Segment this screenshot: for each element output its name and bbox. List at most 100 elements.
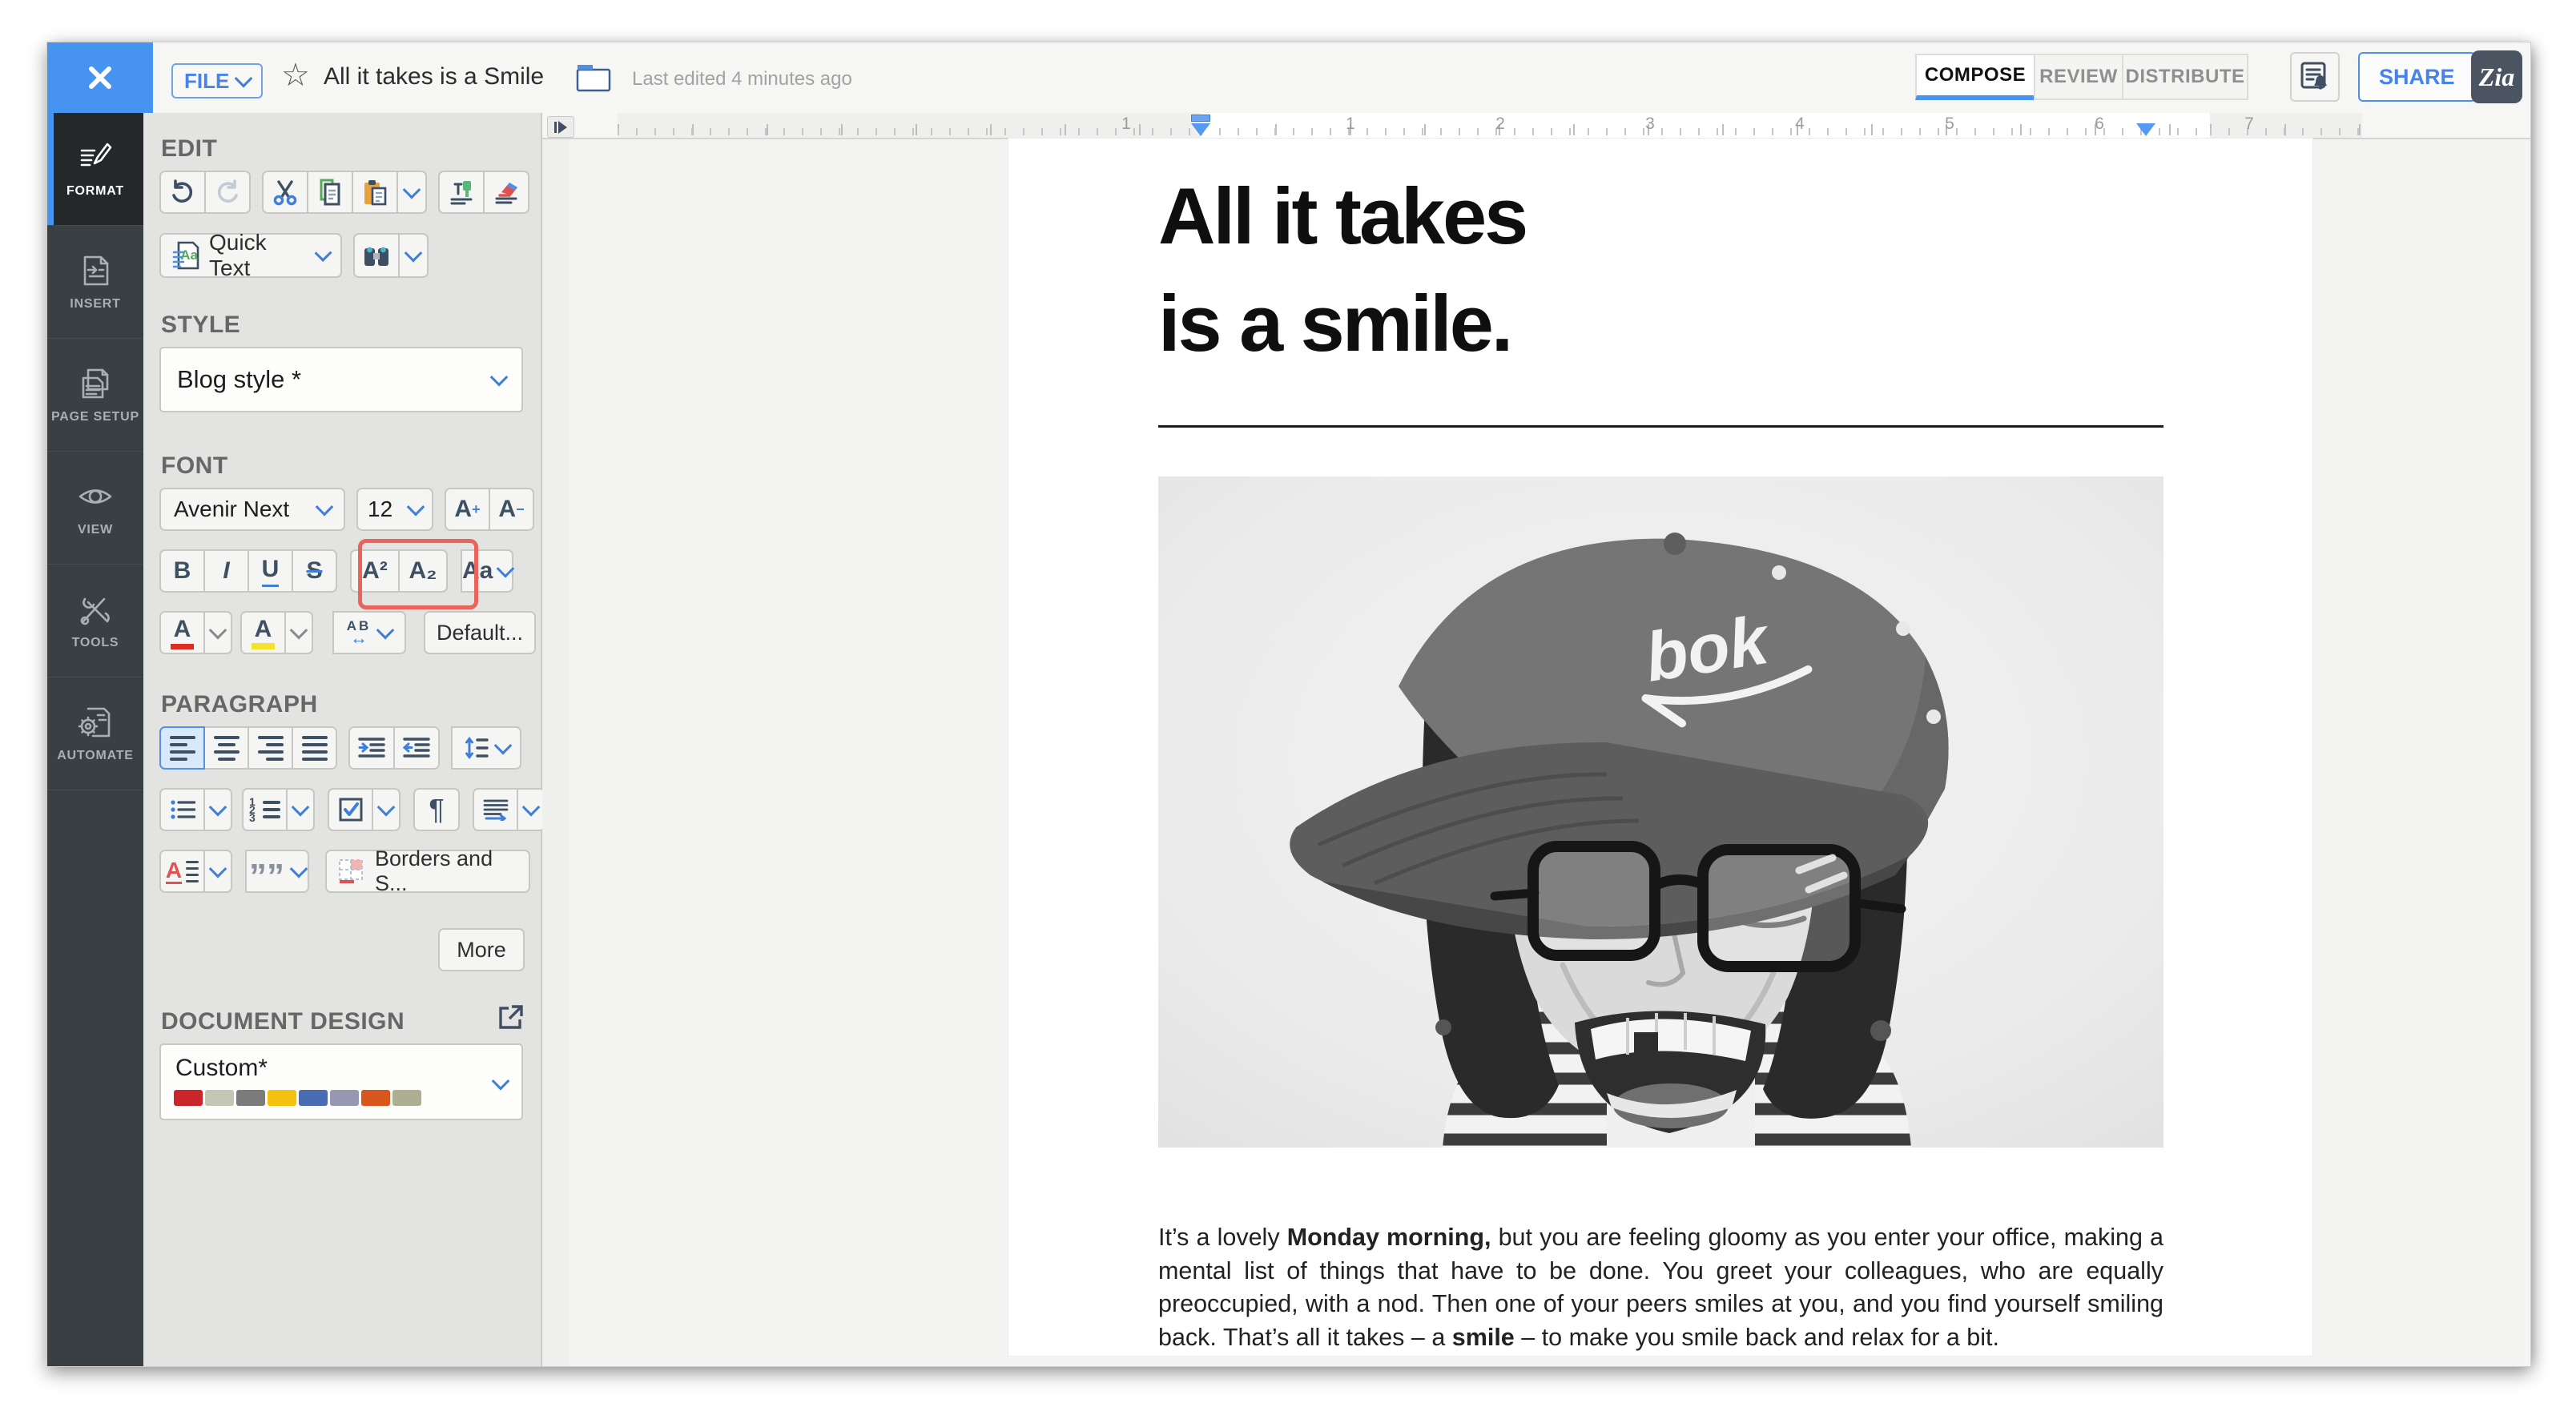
more-button[interactable]: More bbox=[438, 928, 525, 971]
document-design-dropdown[interactable]: Custom* bbox=[159, 1043, 523, 1120]
character-spacing-dropdown[interactable]: AB ↔ bbox=[332, 611, 406, 654]
view-icon bbox=[77, 478, 114, 515]
heading-divider bbox=[1158, 425, 2163, 428]
tab-compose[interactable]: COMPOSE bbox=[1915, 54, 2035, 100]
ruler-number: 3 bbox=[1645, 115, 1655, 134]
default-font-button[interactable]: Default... bbox=[424, 611, 536, 654]
subscript-button[interactable]: A₂ bbox=[398, 549, 448, 593]
highlight-color-icon: A bbox=[252, 616, 276, 649]
ruler-number: 2 bbox=[1495, 115, 1505, 134]
document-design-expand-button[interactable] bbox=[497, 1003, 525, 1031]
superscript-button[interactable]: A² bbox=[350, 549, 400, 593]
copy-button[interactable] bbox=[307, 171, 353, 214]
font-size-dropdown[interactable]: 12 bbox=[356, 488, 433, 531]
body-paragraph[interactable]: It’s a lovely Monday morning, but you ar… bbox=[1158, 1221, 2163, 1354]
increase-font-size-button[interactable]: A+ bbox=[445, 488, 490, 531]
sidebar-item-view[interactable]: VIEW bbox=[47, 452, 143, 565]
file-menu-button[interactable]: FILE bbox=[171, 63, 263, 98]
favorite-star-icon[interactable]: ☆ bbox=[281, 57, 310, 94]
left-indent-marker[interactable] bbox=[1191, 123, 1210, 136]
format-painter-button[interactable] bbox=[438, 171, 485, 214]
tools-icon bbox=[77, 591, 114, 628]
align-right-button[interactable] bbox=[248, 726, 293, 770]
folder-icon[interactable] bbox=[576, 63, 611, 92]
font-family-value: Avenir Next bbox=[174, 496, 289, 522]
sidebar-item-tools[interactable]: TOOLS bbox=[47, 565, 143, 677]
chevron-down-icon bbox=[497, 560, 514, 577]
first-line-indent-marker[interactable] bbox=[1191, 115, 1210, 122]
highlight-color-button[interactable]: A bbox=[240, 611, 286, 654]
chevron-down-icon bbox=[376, 621, 395, 640]
decrease-indent-button[interactable] bbox=[393, 726, 440, 770]
drop-cap-button[interactable]: A bbox=[159, 850, 205, 893]
sidebar-item-page-setup[interactable]: PAGE SETUP bbox=[47, 339, 143, 452]
chevron-down-icon bbox=[405, 244, 423, 263]
right-indent-marker[interactable] bbox=[2136, 123, 2155, 136]
align-center-button[interactable] bbox=[203, 726, 249, 770]
italic-button[interactable]: I bbox=[203, 549, 249, 593]
format-panel: EDIT bbox=[143, 113, 542, 1366]
tab-review[interactable]: REVIEW bbox=[2034, 54, 2123, 100]
find-replace-button[interactable] bbox=[353, 233, 400, 278]
line-spacing-dropdown[interactable] bbox=[451, 726, 521, 770]
document-page[interactable]: All it takes is a smile. bbox=[1008, 139, 2312, 1356]
find-options-dropdown[interactable] bbox=[398, 233, 429, 278]
strikethrough-button[interactable]: S bbox=[292, 549, 337, 593]
chevron-down-icon bbox=[377, 798, 396, 817]
cut-button[interactable] bbox=[262, 171, 308, 214]
decrease-font-size-button[interactable]: A− bbox=[489, 488, 534, 531]
ruler-page-area[interactable]: 1 2 3 4 5 6 bbox=[1201, 113, 2210, 138]
sidebar-item-automate[interactable]: AUTOMATE bbox=[47, 677, 143, 790]
share-button[interactable]: SHARE bbox=[2358, 52, 2476, 102]
numbered-list-dropdown[interactable] bbox=[286, 788, 315, 831]
clear-format-button[interactable] bbox=[483, 171, 529, 214]
document-design-header: DOCUMENT DESIGN bbox=[161, 1008, 405, 1035]
text-direction-button[interactable] bbox=[473, 788, 518, 831]
bullet-list-dropdown[interactable] bbox=[203, 788, 232, 831]
quote-dropdown[interactable]: ”” bbox=[245, 850, 309, 893]
redo-button[interactable] bbox=[204, 171, 251, 214]
highlight-color-dropdown[interactable] bbox=[284, 611, 313, 654]
checklist-dropdown[interactable] bbox=[372, 788, 400, 831]
document-title[interactable]: All it takes is a Smile bbox=[324, 63, 544, 90]
strikethrough-icon: S bbox=[306, 557, 322, 585]
collapse-panel-button[interactable] bbox=[547, 116, 574, 138]
bold-button[interactable]: B bbox=[159, 549, 205, 593]
numbered-list-button[interactable]: 123 bbox=[242, 788, 288, 831]
close-button[interactable] bbox=[47, 42, 153, 113]
text-direction-icon bbox=[483, 798, 509, 821]
font-family-dropdown[interactable]: Avenir Next bbox=[159, 488, 345, 531]
font-color-dropdown[interactable] bbox=[203, 611, 232, 654]
drop-cap-dropdown[interactable] bbox=[203, 850, 232, 893]
font-color-button[interactable]: A bbox=[159, 611, 205, 654]
increase-indent-button[interactable] bbox=[348, 726, 395, 770]
sidebar-item-format[interactable]: FORMAT bbox=[47, 113, 143, 226]
document-heading[interactable]: All it takes is a smile. bbox=[1158, 163, 1526, 377]
justify-button[interactable] bbox=[292, 726, 337, 770]
ruler-right-margin[interactable]: 7 bbox=[2210, 113, 2362, 138]
paste-options-dropdown[interactable] bbox=[396, 171, 427, 214]
notifications-button[interactable] bbox=[2290, 52, 2340, 102]
sidebar-item-insert[interactable]: INSERT bbox=[47, 226, 143, 339]
borders-shading-button[interactable]: Borders and S... bbox=[325, 850, 530, 893]
style-dropdown[interactable]: Blog style * bbox=[159, 347, 523, 412]
change-case-icon: Aa bbox=[462, 557, 493, 585]
underline-button[interactable]: U bbox=[248, 549, 293, 593]
app-window: FILE ☆ All it takes is a Smile Last edit… bbox=[46, 42, 2531, 1367]
quick-text-dropdown[interactable]: Aa Quick Text bbox=[159, 233, 342, 278]
show-formatting-marks-button[interactable]: ¶ bbox=[413, 788, 460, 831]
change-case-dropdown[interactable]: Aa bbox=[461, 549, 513, 593]
text-direction-dropdown[interactable] bbox=[517, 788, 545, 831]
document-photo[interactable]: bok bbox=[1158, 476, 2163, 1148]
undo-button[interactable] bbox=[159, 171, 206, 214]
checklist-button[interactable] bbox=[328, 788, 373, 831]
numbered-list-icon: 123 bbox=[249, 798, 259, 822]
zia-assistant-button[interactable]: Zia bbox=[2471, 50, 2522, 103]
paste-button[interactable] bbox=[352, 171, 398, 214]
tab-distribute[interactable]: DISTRIBUTE bbox=[2122, 54, 2248, 100]
automate-icon bbox=[77, 704, 114, 741]
ruler-left-margin[interactable]: 1 bbox=[618, 113, 1201, 138]
align-left-button[interactable] bbox=[159, 726, 205, 770]
bullet-list-button[interactable] bbox=[159, 788, 205, 831]
share-button-label: SHARE bbox=[2379, 65, 2455, 90]
